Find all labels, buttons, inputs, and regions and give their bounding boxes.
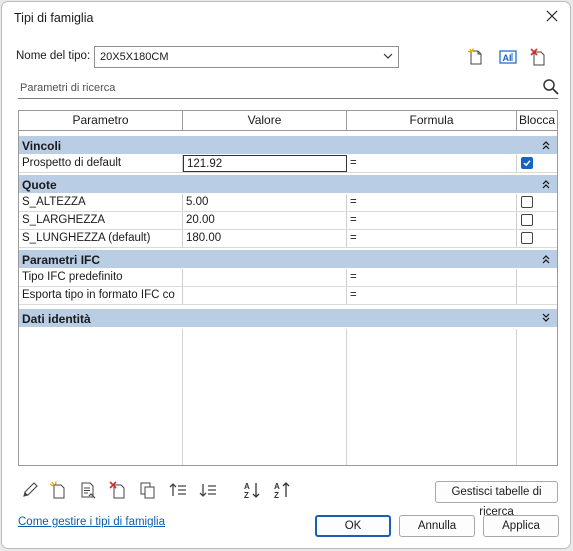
type-name-value: 20X5X180CM xyxy=(100,51,169,63)
column-divider xyxy=(516,329,517,465)
svg-text:A: A xyxy=(274,482,280,491)
help-link[interactable]: Come gestire i tipi di famiglia xyxy=(18,516,165,528)
edit-pencil-icon[interactable] xyxy=(20,480,40,500)
svg-text:A: A xyxy=(244,482,250,491)
manage-lookup-tables-button[interactable]: Gestisci tabelle di ricerca xyxy=(435,481,558,518)
delete-type-icon[interactable] xyxy=(529,47,549,67)
param-name: S_LUNGHEZZA (default) xyxy=(19,230,183,247)
table-row: Prospetto di default 121.92 = xyxy=(19,155,557,173)
group-label: Dati identità xyxy=(22,312,91,326)
value-input[interactable]: 121.92 xyxy=(183,155,347,172)
copy-icon[interactable] xyxy=(138,480,158,500)
move-up-icon[interactable] xyxy=(168,480,188,500)
group-parametri-ifc[interactable]: Parametri IFC xyxy=(19,250,557,269)
group-label: Vincoli xyxy=(22,139,62,153)
value-input[interactable]: 5.00 xyxy=(183,194,347,211)
search-placeholder: Parametri di ricerca xyxy=(20,82,116,94)
new-parameter-icon[interactable] xyxy=(48,480,68,500)
group-dati-identita[interactable]: Dati identità xyxy=(19,309,557,328)
group-label: Quote xyxy=(22,178,57,192)
close-icon xyxy=(546,10,558,22)
svg-text:AI: AI xyxy=(503,53,512,63)
table-row: S_ALTEZZA 5.00 = xyxy=(19,194,557,212)
svg-text:Z: Z xyxy=(244,491,249,500)
collapse-icon[interactable] xyxy=(541,179,551,189)
group-label: Parametri IFC xyxy=(22,253,101,267)
family-types-dialog: Tipi di famiglia Nome del tipo: 20X5X180… xyxy=(1,1,571,549)
header-blocca[interactable]: Blocca xyxy=(517,111,557,131)
lock-checkbox[interactable] xyxy=(521,232,533,244)
header-parametro[interactable]: Parametro xyxy=(19,111,183,131)
lock-cell xyxy=(517,155,557,172)
group-vincoli[interactable]: Vincoli xyxy=(19,136,557,155)
formula-input[interactable]: = xyxy=(347,269,517,286)
lock-cell xyxy=(517,212,557,229)
table-row: Esporta tipo in formato IFC co = xyxy=(19,287,557,305)
column-divider xyxy=(346,329,347,465)
value-input[interactable]: 20.00 xyxy=(183,212,347,229)
apply-button[interactable]: Applica xyxy=(483,515,559,537)
formula-input[interactable]: = xyxy=(347,230,517,247)
lock-checkbox[interactable] xyxy=(521,214,533,226)
group-quote[interactable]: Quote xyxy=(19,175,557,194)
collapse-icon[interactable] xyxy=(541,254,551,264)
param-name: Prospetto di default xyxy=(19,155,183,172)
chevron-down-icon xyxy=(383,53,393,59)
param-name: Tipo IFC predefinito xyxy=(19,269,183,286)
lock-cell xyxy=(517,194,557,211)
collapse-icon[interactable] xyxy=(541,140,551,150)
param-name: S_LARGHEZZA xyxy=(19,212,183,229)
table-row: Tipo IFC predefinito = xyxy=(19,269,557,287)
value-input[interactable] xyxy=(183,269,347,286)
move-down-icon[interactable] xyxy=(198,480,218,500)
expand-icon[interactable] xyxy=(541,313,551,323)
delete-parameter-icon[interactable] xyxy=(108,480,128,500)
lock-cell xyxy=(517,230,557,247)
param-name: S_ALTEZZA xyxy=(19,194,183,211)
search-parameters-field[interactable]: Parametri di ricerca xyxy=(18,78,560,99)
dialog-title: Tipi di famiglia xyxy=(14,11,94,25)
formula-input[interactable]: = xyxy=(347,212,517,229)
checkmark-icon xyxy=(523,160,531,167)
param-name: Esporta tipo in formato IFC co xyxy=(19,287,183,304)
value-input[interactable] xyxy=(183,287,347,304)
value-input[interactable]: 180.00 xyxy=(183,230,347,247)
svg-text:Z: Z xyxy=(274,491,279,500)
table-row: S_LARGHEZZA 20.00 = xyxy=(19,212,557,230)
ok-button[interactable]: OK xyxy=(315,515,391,537)
search-icon[interactable] xyxy=(542,78,560,96)
lock-cell xyxy=(517,287,557,304)
formula-input[interactable]: = xyxy=(347,194,517,211)
new-type-icon[interactable] xyxy=(466,47,486,67)
column-divider xyxy=(182,329,183,465)
table-row: S_LUNGHEZZA (default) 180.00 = xyxy=(19,230,557,248)
sort-descending-icon[interactable]: A Z xyxy=(272,480,292,500)
cancel-button[interactable]: Annulla xyxy=(399,515,475,537)
lock-cell xyxy=(517,269,557,286)
formula-input[interactable]: = xyxy=(347,155,517,172)
sort-ascending-icon[interactable]: A Z xyxy=(242,480,262,500)
type-name-dropdown[interactable]: 20X5X180CM xyxy=(94,46,399,68)
close-button[interactable] xyxy=(540,6,564,30)
lock-checkbox[interactable] xyxy=(521,157,533,169)
header-valore[interactable]: Valore xyxy=(183,111,347,131)
modify-parameter-icon[interactable] xyxy=(78,480,98,500)
type-name-label: Nome del tipo: xyxy=(16,50,91,62)
parameters-grid: Parametro Valore Formula Blocca Vincoli … xyxy=(18,110,558,466)
header-formula[interactable]: Formula xyxy=(347,111,517,131)
formula-input[interactable]: = xyxy=(347,287,517,304)
rename-type-icon[interactable]: AI xyxy=(498,47,518,67)
lock-checkbox[interactable] xyxy=(521,196,533,208)
title-bar: Tipi di famiglia xyxy=(2,2,570,34)
